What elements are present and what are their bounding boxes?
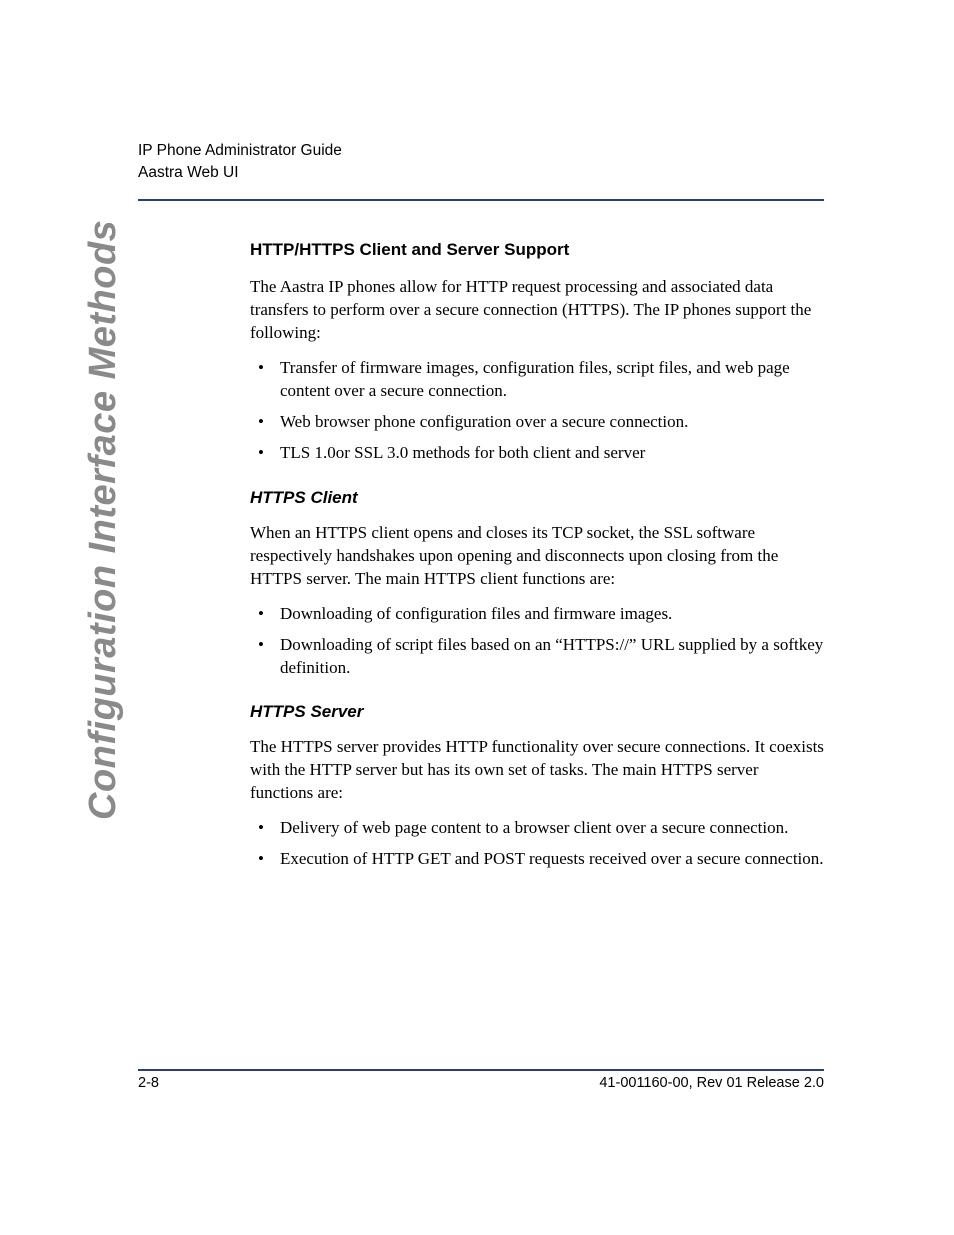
- section3-bullets: Delivery of web page content to a browse…: [250, 817, 824, 871]
- footer-doc-id: 41-001160-00, Rev 01 Release 2.0: [599, 1075, 824, 1091]
- header-rule: [138, 199, 824, 201]
- header-line-2: Aastra Web UI: [138, 162, 824, 184]
- section2-intro: When an HTTPS client opens and closes it…: [250, 522, 824, 591]
- list-item: Downloading of configuration files and f…: [250, 603, 824, 626]
- list-item: Downloading of script files based on an …: [250, 634, 824, 680]
- section2-bullets: Downloading of configuration files and f…: [250, 603, 824, 680]
- list-item: Execution of HTTP GET and POST requests …: [250, 848, 824, 871]
- list-item: TLS 1.0or SSL 3.0 methods for both clien…: [250, 442, 824, 465]
- header-line-1: IP Phone Administrator Guide: [138, 140, 824, 162]
- main-content: HTTP/HTTPS Client and Server Support The…: [250, 239, 824, 871]
- page-header: IP Phone Administrator Guide Aastra Web …: [138, 140, 824, 193]
- page-area: IP Phone Administrator Guide Aastra Web …: [138, 140, 824, 1095]
- list-item: Delivery of web page content to a browse…: [250, 817, 824, 840]
- footer-page-number: 2-8: [138, 1075, 159, 1091]
- section-heading-http-support: HTTP/HTTPS Client and Server Support: [250, 239, 824, 262]
- page-footer: 2-8 41-001160-00, Rev 01 Release 2.0: [138, 1069, 824, 1091]
- section-heading-https-client: HTTPS Client: [250, 487, 824, 510]
- section3-intro: The HTTPS server provides HTTP functiona…: [250, 736, 824, 805]
- section1-intro: The Aastra IP phones allow for HTTP requ…: [250, 276, 824, 345]
- section-heading-https-server: HTTPS Server: [250, 701, 824, 724]
- section1-bullets: Transfer of firmware images, configurati…: [250, 357, 824, 465]
- footer-rule: [138, 1069, 824, 1071]
- list-item: Web browser phone configuration over a s…: [250, 411, 824, 434]
- list-item: Transfer of firmware images, configurati…: [250, 357, 824, 403]
- side-section-label: Configuration Interface Methods: [82, 220, 125, 820]
